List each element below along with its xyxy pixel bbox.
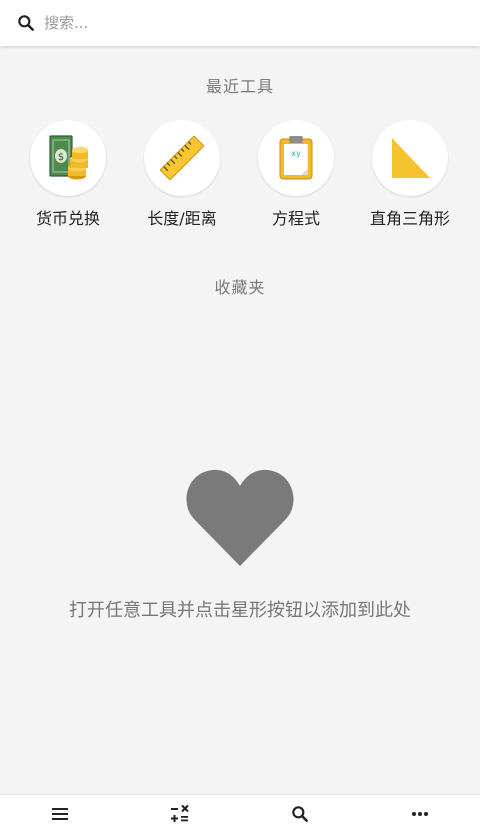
tool-length-distance[interactable]: 长度/距离	[132, 120, 232, 230]
tool-circle	[144, 120, 220, 196]
equation-clipboard-icon: xy	[279, 136, 313, 180]
search-bar	[0, 0, 480, 46]
calculator-operators-icon	[171, 804, 189, 822]
recent-tools-list: $ 货币兑换 长度/距离 xy 方程式 直角三角形	[0, 120, 480, 230]
tool-label: 直角三角形	[369, 209, 450, 228]
tool-label: 方程式	[271, 209, 320, 228]
tool-circle	[372, 120, 448, 196]
svg-text:xy: xy	[291, 149, 301, 158]
svg-text:$: $	[58, 152, 64, 163]
search-icon[interactable]	[16, 13, 36, 33]
nav-calculator-button[interactable]	[120, 795, 240, 832]
ruler-icon	[159, 135, 205, 181]
search-icon	[292, 806, 308, 822]
tool-right-triangle[interactable]: 直角三角形	[360, 120, 460, 230]
recent-tools-title: 最近工具	[205, 77, 274, 96]
favorites-title: 收藏夹	[214, 278, 266, 297]
favorites-empty-message: 打开任意工具并点击星形按钮以添加到此处	[69, 600, 411, 621]
search-input[interactable]	[44, 10, 454, 36]
heart-icon	[186, 469, 294, 566]
tool-label: 货币兑换	[35, 209, 100, 228]
tool-currency-exchange[interactable]: $ 货币兑换	[18, 120, 118, 230]
tool-circle: $	[30, 120, 106, 196]
currency-exchange-icon: $	[49, 135, 88, 180]
menu-icon	[52, 808, 68, 820]
right-triangle-icon	[392, 138, 430, 178]
nav-menu-button[interactable]	[0, 795, 120, 832]
nav-more-button[interactable]	[360, 795, 480, 832]
more-icon	[412, 812, 428, 816]
nav-search-button[interactable]	[240, 795, 360, 832]
bottom-navigation	[0, 794, 480, 832]
tool-equation[interactable]: xy 方程式	[246, 120, 346, 230]
tool-circle: xy	[258, 120, 334, 196]
tool-label: 长度/距离	[147, 209, 217, 228]
